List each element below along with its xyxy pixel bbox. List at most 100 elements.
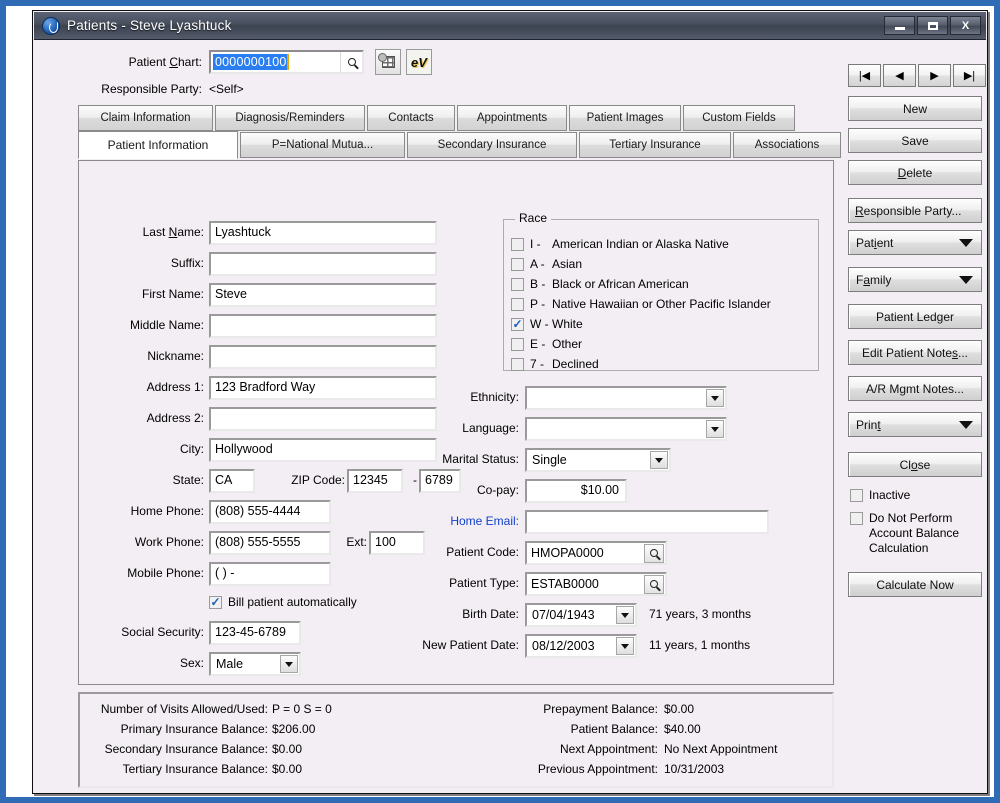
summary-value: $0.00 — [272, 762, 302, 776]
state-field[interactable]: CA — [209, 469, 255, 493]
sex-dropdown[interactable]: Male — [209, 652, 301, 676]
race-label: Other — [552, 337, 582, 351]
grid-calculator-icon[interactable] — [375, 49, 401, 75]
ar-mgmt-notes-button[interactable]: A/R Mgmt Notes... — [848, 376, 982, 401]
patient-chart-search-icon[interactable] — [340, 52, 362, 72]
tab-patient-information[interactable]: Patient Information — [78, 131, 238, 159]
tab-tertiary-insurance[interactable]: Tertiary Insurance — [579, 132, 731, 158]
race-checkbox[interactable] — [511, 338, 524, 351]
copay-field[interactable]: $10.00 — [525, 479, 627, 503]
print-dropdown-button[interactable]: Print — [848, 412, 982, 437]
tab-appointments[interactable]: Appointments — [457, 105, 567, 131]
inactive-check[interactable] — [850, 489, 863, 502]
chevron-down-icon[interactable] — [280, 655, 298, 673]
calculate-now-button[interactable]: Calculate Now — [848, 572, 982, 597]
race-option-7[interactable]: 7 -Declined — [511, 357, 599, 371]
ssn-field[interactable]: 123-45-6789 — [209, 621, 301, 645]
window-titlebar[interactable]: Patients - Steve Lyashtuck X — [34, 12, 986, 40]
race-checkbox[interactable] — [511, 318, 524, 331]
ethnicity-dropdown[interactable] — [525, 386, 727, 410]
patient-code-search-icon[interactable] — [644, 544, 664, 563]
minimize-button[interactable] — [884, 16, 915, 35]
address2-field[interactable] — [209, 407, 437, 431]
responsible-party-button[interactable]: Responsible Party... — [848, 198, 982, 223]
mobile-phone-field[interactable]: ( ) - — [209, 562, 331, 586]
patient-ledger-button[interactable]: Patient Ledger — [848, 304, 982, 329]
home-phone-field[interactable]: (808) 555-4444 — [209, 500, 331, 524]
tab-diagnosis-reminders[interactable]: Diagnosis/Reminders — [215, 105, 365, 131]
patient-dropdown-button[interactable]: Patient — [848, 230, 982, 255]
delete-button[interactable]: Delete — [848, 160, 982, 185]
tab-claim-information[interactable]: Claim Information — [78, 105, 213, 131]
patient-chart-input[interactable]: 0000000100 — [209, 50, 364, 74]
race-option-W[interactable]: W -White — [511, 317, 583, 331]
race-checkbox[interactable] — [511, 258, 524, 271]
inactive-checkbox[interactable]: Inactive — [850, 488, 910, 502]
last-name-field[interactable]: Lyashtuck — [209, 221, 437, 245]
previous-record-icon[interactable]: ◀ — [883, 64, 916, 87]
no-balance-calc-check[interactable] — [850, 512, 863, 525]
tab-patient-images[interactable]: Patient Images — [569, 105, 681, 131]
chevron-down-icon[interactable] — [650, 451, 668, 469]
family-dropdown-button[interactable]: Family — [848, 267, 982, 292]
race-checkbox[interactable] — [511, 238, 524, 251]
maximize-button[interactable] — [917, 16, 948, 35]
suffix-label: Suffix: — [89, 256, 204, 270]
summary-label: Tertiary Insurance Balance: — [0, 762, 268, 776]
tab-contacts[interactable]: Contacts — [367, 105, 455, 131]
race-option-P[interactable]: P -Native Hawaiian or Other Pacific Isla… — [511, 297, 771, 311]
first-name-field[interactable]: Steve — [209, 283, 437, 307]
chevron-down-icon[interactable] — [706, 420, 724, 438]
zip-label: ZIP Code: — [257, 473, 345, 487]
middle-name-field[interactable] — [209, 314, 437, 338]
close-button-sidebar[interactable]: Close — [848, 452, 982, 477]
address1-field[interactable]: 123 Bradford Way — [209, 376, 437, 400]
race-option-B[interactable]: B -Black or African American — [511, 277, 689, 291]
zip-field[interactable]: 12345 — [347, 469, 403, 493]
first-record-icon[interactable]: |◀ — [848, 64, 881, 87]
sex-value: Male — [211, 657, 280, 671]
tab-associations[interactable]: Associations — [733, 132, 841, 158]
patient-chart-label: Patient Chart: — [82, 55, 202, 69]
ethnicity-label: Ethnicity: — [409, 390, 519, 404]
last-record-icon[interactable]: ▶| — [953, 64, 986, 87]
race-checkbox[interactable] — [511, 358, 524, 371]
birth-date-picker[interactable]: 07/04/1943 — [525, 603, 637, 627]
bill-automatically-check[interactable] — [209, 596, 222, 609]
language-dropdown[interactable] — [525, 417, 727, 441]
summary-value: 10/31/2003 — [664, 762, 724, 776]
new-patient-date-value: 08/12/2003 — [527, 639, 616, 653]
work-phone-field[interactable]: (808) 555-5555 — [209, 531, 331, 555]
race-checkbox[interactable] — [511, 278, 524, 291]
race-option-E[interactable]: E -Other — [511, 337, 582, 351]
home-email-field[interactable] — [525, 510, 769, 534]
race-code: W - — [530, 317, 552, 331]
edit-patient-notes-button[interactable]: Edit Patient Notes... — [848, 340, 982, 365]
race-checkbox[interactable] — [511, 298, 524, 311]
tab-custom-fields[interactable]: Custom Fields — [683, 105, 795, 131]
close-button[interactable]: X — [950, 16, 981, 35]
patient-type-search-icon[interactable] — [644, 575, 664, 594]
chevron-down-icon[interactable] — [616, 637, 634, 655]
marital-status-dropdown[interactable]: Single — [525, 448, 671, 472]
next-record-icon[interactable]: ▶ — [918, 64, 951, 87]
race-code: P - — [530, 297, 552, 311]
no-balance-calc-checkbox[interactable]: Do Not Perform Account Balance Calculati… — [850, 511, 980, 556]
chevron-down-icon[interactable] — [616, 606, 634, 624]
chevron-down-icon[interactable] — [706, 389, 724, 407]
patient-type-field[interactable]: ESTAB0000 — [525, 572, 667, 596]
patient-code-field[interactable]: HMOPA0000 — [525, 541, 667, 565]
race-option-A[interactable]: A -Asian — [511, 257, 582, 271]
new-button[interactable]: New — [848, 96, 982, 121]
tab-p-national-mutua[interactable]: P=National Mutua... — [240, 132, 405, 158]
nickname-field[interactable] — [209, 345, 437, 369]
bill-automatically-checkbox[interactable]: Bill patient automatically — [209, 595, 357, 609]
save-button[interactable]: Save — [848, 128, 982, 153]
tab-row-top: Claim InformationDiagnosis/RemindersCont… — [78, 105, 797, 131]
new-patient-date-picker[interactable]: 08/12/2003 — [525, 634, 637, 658]
ev-icon[interactable]: eV — [406, 49, 432, 75]
tab-secondary-insurance[interactable]: Secondary Insurance — [407, 132, 577, 158]
race-label: Black or African American — [552, 277, 689, 291]
suffix-field[interactable] — [209, 252, 437, 276]
race-option-I[interactable]: I -American Indian or Alaska Native — [511, 237, 729, 251]
